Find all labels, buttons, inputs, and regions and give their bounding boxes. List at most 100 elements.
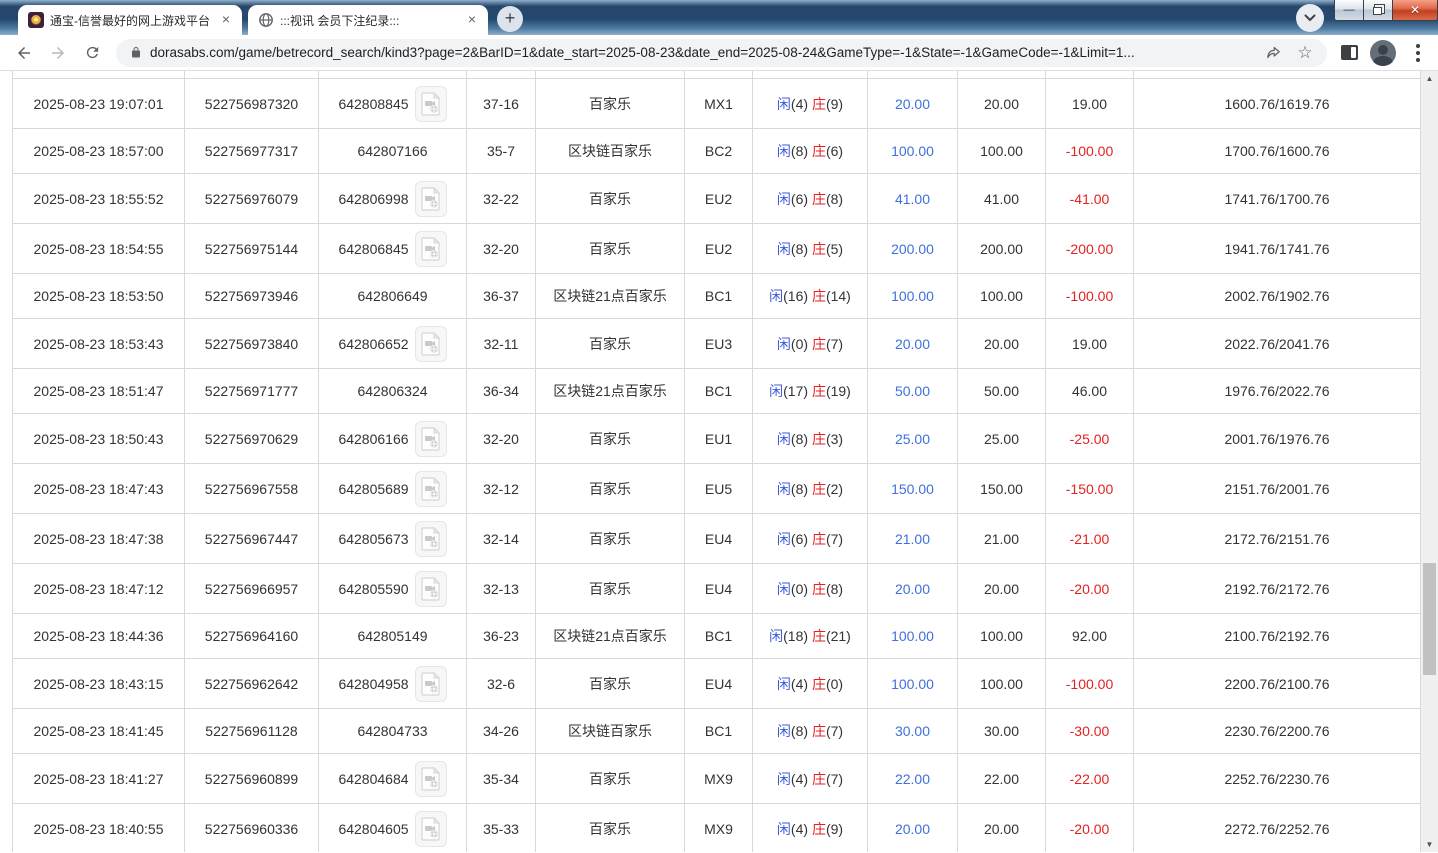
video-doc-icon xyxy=(420,526,440,551)
valid-amount: 200.00 xyxy=(958,224,1046,273)
back-arrow-icon xyxy=(18,46,30,59)
bet-amount-text[interactable]: 30.00 xyxy=(895,723,930,739)
forward-arrow-icon xyxy=(52,46,64,59)
player-label: 闲 xyxy=(776,143,791,159)
player-count: (8) xyxy=(790,240,809,257)
url-text[interactable]: dorasabs.com/game/betrecord_search/kind3… xyxy=(150,45,1253,60)
game-result: 36-34 xyxy=(467,369,536,413)
video-replay-button[interactable] xyxy=(414,520,447,557)
share-icon[interactable] xyxy=(1261,41,1285,65)
player-label: 闲 xyxy=(776,95,791,112)
bet-amount-text[interactable]: 20.00 xyxy=(895,96,930,112)
game-result: 32-22 xyxy=(467,174,536,223)
refresh-icon xyxy=(86,46,98,59)
bet-amount-text[interactable]: 41.00 xyxy=(895,191,930,207)
video-replay-button[interactable] xyxy=(414,810,447,847)
video-replay-button[interactable] xyxy=(414,180,447,217)
back-button[interactable] xyxy=(10,39,38,67)
balance: 2252.76/2230.76 xyxy=(1224,770,1330,787)
bet-id: 522756971777 xyxy=(185,369,319,413)
bet-amount-text[interactable]: 200.00 xyxy=(891,241,934,257)
video-replay-button[interactable] xyxy=(414,230,447,267)
player-label: 闲 xyxy=(776,240,791,257)
video-replay-button[interactable] xyxy=(414,420,447,457)
video-replay-button[interactable] xyxy=(414,570,447,607)
close-button[interactable]: ✕ xyxy=(1392,0,1438,21)
side-panel-icon[interactable] xyxy=(1341,45,1358,60)
game-result: 32-13 xyxy=(467,564,536,613)
browser-tab-tongbao[interactable]: 通宝-信誉最好的网上游戏平台 × xyxy=(18,5,242,35)
game-name: 百家乐 xyxy=(536,804,685,852)
bet-amount: 41.00 xyxy=(868,174,958,223)
bet-amount: 20.00 xyxy=(868,804,958,852)
player-count: (6) xyxy=(790,530,809,547)
valid-amount: 100.00 xyxy=(958,614,1046,658)
banker-label: 庄 xyxy=(811,530,826,547)
vertical-scrollbar[interactable]: ▲ ▼ xyxy=(1421,71,1438,852)
banker-count: (2) xyxy=(825,480,844,497)
restore-button[interactable] xyxy=(1363,0,1393,21)
table-row: 2025-08-23 18:57:00 522756977317 642807166… xyxy=(13,128,1420,173)
scrollbar-down-arrow-icon[interactable]: ▼ xyxy=(1421,837,1438,852)
bet-amount-text[interactable]: 100.00 xyxy=(891,628,934,644)
bet-amount: 22.00 xyxy=(868,754,958,803)
win-loss: 19.00 xyxy=(1046,319,1134,368)
banker-label: 庄 xyxy=(811,288,826,304)
bet-amount-text[interactable]: 20.00 xyxy=(895,581,930,597)
bet-amount-text[interactable]: 50.00 xyxy=(895,383,930,399)
scrollbar-up-arrow-icon[interactable]: ▲ xyxy=(1421,71,1438,86)
video-replay-button[interactable] xyxy=(414,85,447,122)
game-name: 区块链21点百家乐 xyxy=(536,369,685,413)
game-name: 百家乐 xyxy=(536,414,685,463)
bet-id: 522756964160 xyxy=(185,614,319,658)
banker-count: (5) xyxy=(825,240,844,257)
profile-avatar[interactable] xyxy=(1370,39,1396,66)
refresh-button[interactable] xyxy=(78,39,106,67)
toolbar-right-icons xyxy=(1335,39,1428,66)
bet-time: 2025-08-23 18:41:27 xyxy=(13,754,185,803)
game-name: 区块链21点百家乐 xyxy=(536,614,685,658)
balance: 2272.76/2252.76 xyxy=(1224,820,1330,837)
scrollbar-thumb[interactable] xyxy=(1423,563,1436,675)
bookmark-star-icon[interactable]: ☆ xyxy=(1293,41,1317,65)
bet-time: 2025-08-23 18:50:43 xyxy=(13,414,185,463)
bet-amount-text[interactable]: 100.00 xyxy=(891,676,934,692)
tab-close-icon[interactable]: × xyxy=(218,12,234,28)
win-loss: -22.00 xyxy=(1046,754,1134,803)
bet-amount-text[interactable]: 100.00 xyxy=(891,143,934,159)
bet-amount-text[interactable]: 21.00 xyxy=(895,531,930,547)
balance: 2002.76/1902.76 xyxy=(1224,288,1330,304)
menu-kebab-icon[interactable] xyxy=(1408,40,1428,66)
game-result: 35-7 xyxy=(467,129,536,173)
banker-count: (21) xyxy=(825,628,851,644)
bet-amount-text[interactable]: 100.00 xyxy=(891,288,934,304)
tab-close-icon[interactable]: × xyxy=(464,12,480,28)
forward-button[interactable] xyxy=(44,39,72,67)
table-code: EU2 xyxy=(685,174,753,223)
video-replay-button[interactable] xyxy=(414,665,447,702)
address-bar[interactable]: dorasabs.com/game/betrecord_search/kind3… xyxy=(116,38,1327,67)
browser-tab-betrecord[interactable]: :::视讯 会员下注纪录::: × xyxy=(248,5,488,35)
video-replay-button[interactable] xyxy=(414,470,447,507)
table-code: EU1 xyxy=(685,414,753,463)
tab-search-chevron-down-icon[interactable] xyxy=(1296,4,1324,32)
new-tab-button[interactable]: + xyxy=(497,6,523,32)
player-banker-counts: 闲(8) 庄(3) xyxy=(753,414,868,463)
bet-amount-text[interactable]: 150.00 xyxy=(891,481,934,497)
video-replay-button[interactable] xyxy=(414,760,447,797)
table-row: 2025-08-23 18:43:15 522756962642 642804958… xyxy=(13,658,1420,708)
video-replay-button[interactable] xyxy=(414,325,447,362)
game-name: 百家乐 xyxy=(536,464,685,513)
bet-amount: 50.00 xyxy=(868,369,958,413)
bet-amount-text[interactable]: 25.00 xyxy=(895,431,930,447)
player-banker-counts: 闲(6) 庄(8) xyxy=(753,174,868,223)
bet-time: 2025-08-23 18:47:43 xyxy=(13,464,185,513)
table-row: 2025-08-23 18:55:52 522756976079 642806998… xyxy=(13,173,1420,223)
player-banker-counts: 闲(8) 庄(2) xyxy=(753,464,868,513)
minimize-button[interactable]: — xyxy=(1334,0,1364,21)
table-code: MX9 xyxy=(685,754,753,803)
bet-amount-text[interactable]: 22.00 xyxy=(895,771,930,787)
player-count: (8) xyxy=(790,430,809,447)
bet-amount-text[interactable]: 20.00 xyxy=(895,821,930,837)
bet-amount-text[interactable]: 20.00 xyxy=(895,336,930,352)
